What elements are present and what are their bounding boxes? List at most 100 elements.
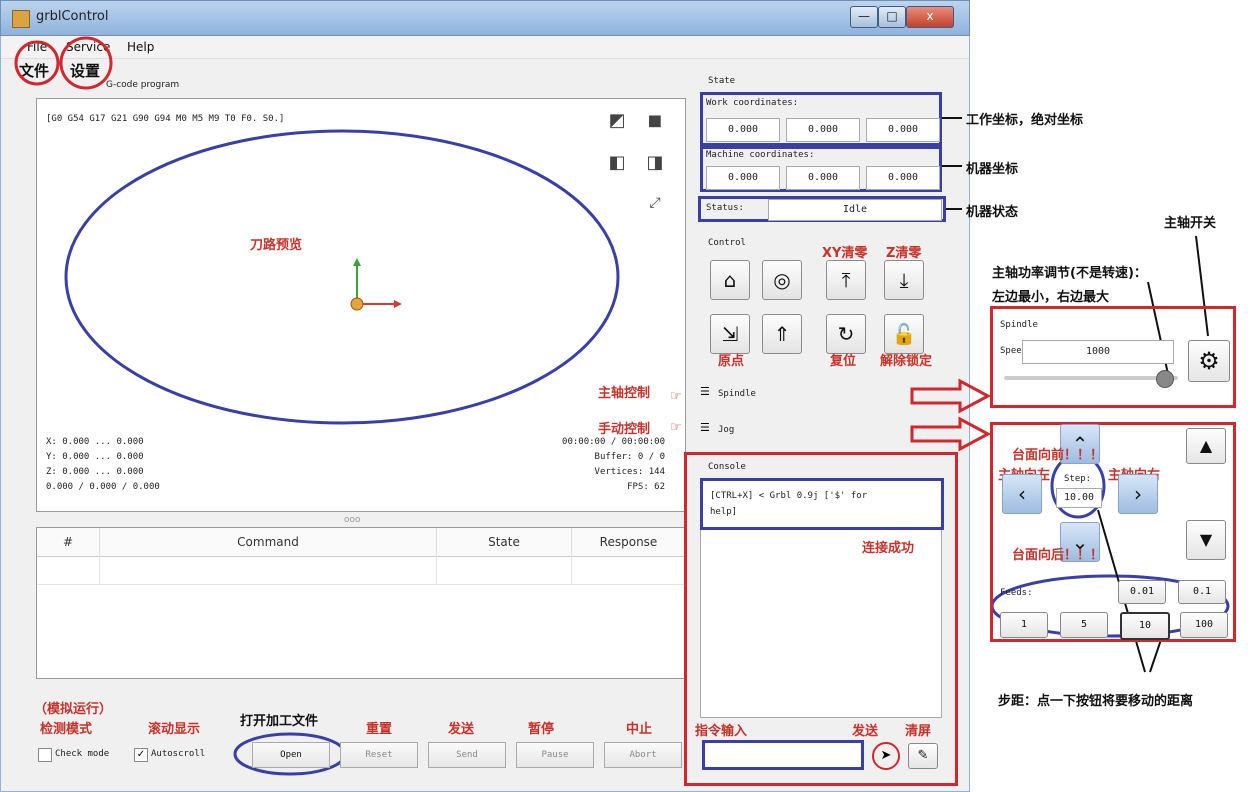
console-text: [CTRL+X] < Grbl 0.9j ['$' for help] <box>710 491 868 517</box>
y-axis-arrow <box>353 258 361 266</box>
open-annotation: 打开加工文件 <box>240 714 319 729</box>
jog-arrow <box>910 416 992 452</box>
command-input[interactable] <box>702 740 864 770</box>
abort-button[interactable]: Abort <box>604 742 682 768</box>
coord-z: Z: 0.000 ... 0.000 <box>46 467 144 477</box>
splitter-handle[interactable]: ooo <box>344 515 361 525</box>
clear-console-icon[interactable]: ✎ <box>908 743 938 769</box>
speed-slider-thumb[interactable] <box>1156 370 1175 388</box>
feed-0-1-button[interactable]: 0.1 <box>1178 580 1226 604</box>
spindle-arrow <box>910 378 992 414</box>
jog-z-down-icon[interactable]: ▼ <box>1186 520 1226 560</box>
clear-annotation: 清屏 <box>905 724 932 739</box>
return-annotation: 原点 <box>718 354 745 369</box>
pause-annotation: 暂停 <box>528 722 555 737</box>
step-10-button[interactable]: 10 <box>1120 612 1170 640</box>
reset-icon[interactable]: ↻ <box>826 314 866 354</box>
return-xy-icon[interactable]: ⇲ <box>710 314 750 354</box>
work-z: 0.000 <box>866 118 940 142</box>
forward-annotation: 台面向前！！！ <box>1012 448 1104 463</box>
speed-slider-track[interactable] <box>1004 376 1178 380</box>
col-command[interactable]: Command <box>100 528 437 557</box>
machine-status-annotation: 机器状态 <box>966 205 1019 220</box>
zero-z-icon[interactable]: ⤓ <box>884 260 924 300</box>
step-100-button[interactable]: 100 <box>1180 612 1228 638</box>
spindle-panel-title: Spindle <box>1000 320 1038 330</box>
jog-section-icon[interactable]: ☰ <box>700 421 710 434</box>
jog-z-up-icon[interactable]: ▲ <box>1186 428 1226 464</box>
spindle-toggle-icon[interactable]: ⚙ <box>1188 340 1230 382</box>
connected-annotation: 连接成功 <box>862 541 915 556</box>
send-cmd-annotation: 发送 <box>852 724 879 739</box>
col-number[interactable]: # <box>37 528 100 557</box>
z-zero-annotation: Z清零 <box>886 246 922 261</box>
col-response[interactable]: Response <box>572 528 685 557</box>
service-highlight <box>59 36 113 90</box>
work-coords-annotation: 工作坐标，绝对坐标 <box>966 113 1084 128</box>
safe-position-icon[interactable]: ⇑ <box>762 314 802 354</box>
autoscroll-label: Autoscroll <box>151 749 206 759</box>
jog-left-icon[interactable]: ‹ <box>1002 474 1042 514</box>
time-stat: 00:00:00 / 00:00:00 <box>562 437 665 447</box>
spindle-power-annotation-1: 主轴功率调节(不是转速)： <box>992 266 1147 281</box>
send-button[interactable]: Send <box>428 742 506 768</box>
home-icon[interactable]: ⌂ <box>710 260 750 300</box>
preview-annotation: 刀路预览 <box>250 238 303 253</box>
machine-coords-annotation: 机器坐标 <box>966 162 1019 177</box>
work-x: 0.000 <box>706 118 780 142</box>
spindle-annotation: 主轴控制 <box>598 386 651 401</box>
jog-section-toggle[interactable]: Jog <box>718 425 734 435</box>
col-state[interactable]: State <box>437 528 572 557</box>
speed-input[interactable]: 1000 <box>1022 340 1174 364</box>
reset-button[interactable]: Reset <box>340 742 418 768</box>
spindle-power-annotation-2: 左边最小，右边最大 <box>992 290 1110 305</box>
unlock-annotation: 解除锁定 <box>880 354 933 369</box>
spindle-switch-annotation: 主轴开关 <box>1164 216 1217 231</box>
check-mode-annotation-2: 检测模式 <box>40 722 93 737</box>
step-input[interactable]: 10.00 <box>1056 488 1102 508</box>
work-y: 0.000 <box>786 118 860 142</box>
console-title: Console <box>708 462 746 472</box>
steps-annotation: 步距：点一下按钮将要移动的距离 <box>998 694 1194 709</box>
svg-text:☞: ☞ <box>670 420 682 435</box>
probe-z-icon[interactable]: ◎ <box>762 260 802 300</box>
xy-zero-annotation: XY清零 <box>822 246 868 261</box>
status-value: Idle <box>768 199 942 221</box>
zero-xy-icon[interactable]: ⤒ <box>826 260 866 300</box>
state-title: State <box>708 76 736 86</box>
unlock-icon[interactable]: 🔓 <box>884 314 924 354</box>
file-highlight <box>14 40 60 86</box>
check-mode-label: Check mode <box>55 749 110 759</box>
reset-icon-annotation: 复位 <box>830 354 857 369</box>
work-coords-label: Work coordinates: <box>706 98 799 108</box>
send-annotation: 发送 <box>448 722 475 737</box>
back-annotation: 台面向后！！！ <box>1012 548 1104 563</box>
open-button[interactable]: Open <box>252 742 330 768</box>
pause-button[interactable]: Pause <box>516 742 594 768</box>
check-mode-checkbox[interactable] <box>38 748 52 762</box>
send-command-icon[interactable]: ➤ <box>872 742 900 770</box>
fps-stat: FPS: 62 <box>627 482 665 492</box>
spindle-section-toggle[interactable]: Spindle <box>718 389 756 399</box>
autoscroll-checkbox[interactable]: ✓ <box>134 748 148 762</box>
command-table[interactable]: # Command State Response <box>36 527 686 679</box>
machine-z: 0.000 <box>866 166 940 190</box>
abort-annotation: 中止 <box>626 722 653 737</box>
step-5-button[interactable]: 5 <box>1060 612 1108 638</box>
coord-x: X: 0.000 ... 0.000 <box>46 437 144 447</box>
jog-annotation: 手动控制 <box>598 422 651 437</box>
x-axis-arrow <box>394 300 402 308</box>
machine-x: 0.000 <box>706 166 780 190</box>
feed-0-01-button[interactable]: 0.01 <box>1118 580 1166 604</box>
buffer-stat: Buffer: 0 / 0 <box>594 452 665 462</box>
status-label: Status: <box>706 203 744 213</box>
spindle-section-icon[interactable]: ☰ <box>700 385 710 398</box>
step-1-button[interactable]: 1 <box>1000 612 1048 638</box>
machine-y: 0.000 <box>786 166 860 190</box>
reset-annotation: 重置 <box>366 722 393 737</box>
check-mode-annotation-1: （模拟运行） <box>34 702 113 717</box>
feeds-label: Feeds: <box>1000 588 1033 598</box>
step-label: Step: <box>1064 474 1092 484</box>
jog-right-icon[interactable]: › <box>1118 474 1158 514</box>
coord-y: Y: 0.000 ... 0.000 <box>46 452 144 462</box>
